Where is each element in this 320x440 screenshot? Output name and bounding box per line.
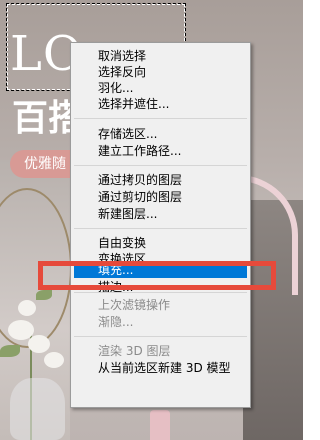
annotation-highlight-box xyxy=(38,261,276,290)
menu-item-last-filter[interactable]: 上次滤镜操作 xyxy=(74,297,247,313)
glass-vase xyxy=(10,378,65,440)
menu-item-free-transform[interactable]: 自由变换 xyxy=(74,235,247,251)
menu-item-select-inverse[interactable]: 选择反向 xyxy=(74,64,247,80)
menu-item-new-3d-from-selection[interactable]: 从当前选区新建 3D 模型 xyxy=(74,360,247,376)
menu-item-make-work-path[interactable]: 建立工作路径... xyxy=(74,143,247,159)
menu-item-feather[interactable]: 羽化... xyxy=(74,80,247,96)
flower-petal xyxy=(28,335,50,353)
flower-petal xyxy=(44,352,64,368)
menu-item-new-layer[interactable]: 新建图层... xyxy=(74,206,247,222)
menu-separator xyxy=(74,336,247,337)
menu-item-fade[interactable]: 渐隐... xyxy=(74,314,247,330)
menu-item-deselect[interactable]: 取消选择 xyxy=(74,48,247,64)
context-menu: 取消选择 选择反向 羽化... 选择并遮住... 存储选区... 建立工作路径.… xyxy=(70,42,251,408)
flower-leaf xyxy=(0,345,20,357)
flower-petal xyxy=(18,300,36,316)
flower-leaf xyxy=(36,290,52,300)
menu-item-select-and-mask[interactable]: 选择并遮住... xyxy=(74,96,247,112)
menu-item-layer-via-copy[interactable]: 通过拷贝的图层 xyxy=(74,172,247,188)
menu-item-layer-via-cut[interactable]: 通过剪切的图层 xyxy=(74,189,247,205)
menu-separator xyxy=(74,228,247,229)
menu-item-save-selection[interactable]: 存储选区... xyxy=(74,126,247,142)
menu-separator xyxy=(74,292,247,293)
menu-item-render-3d-layer[interactable]: 渲染 3D 图层 xyxy=(74,343,247,359)
lamp-base xyxy=(150,410,170,440)
menu-separator xyxy=(74,118,247,119)
menu-separator xyxy=(74,165,247,166)
